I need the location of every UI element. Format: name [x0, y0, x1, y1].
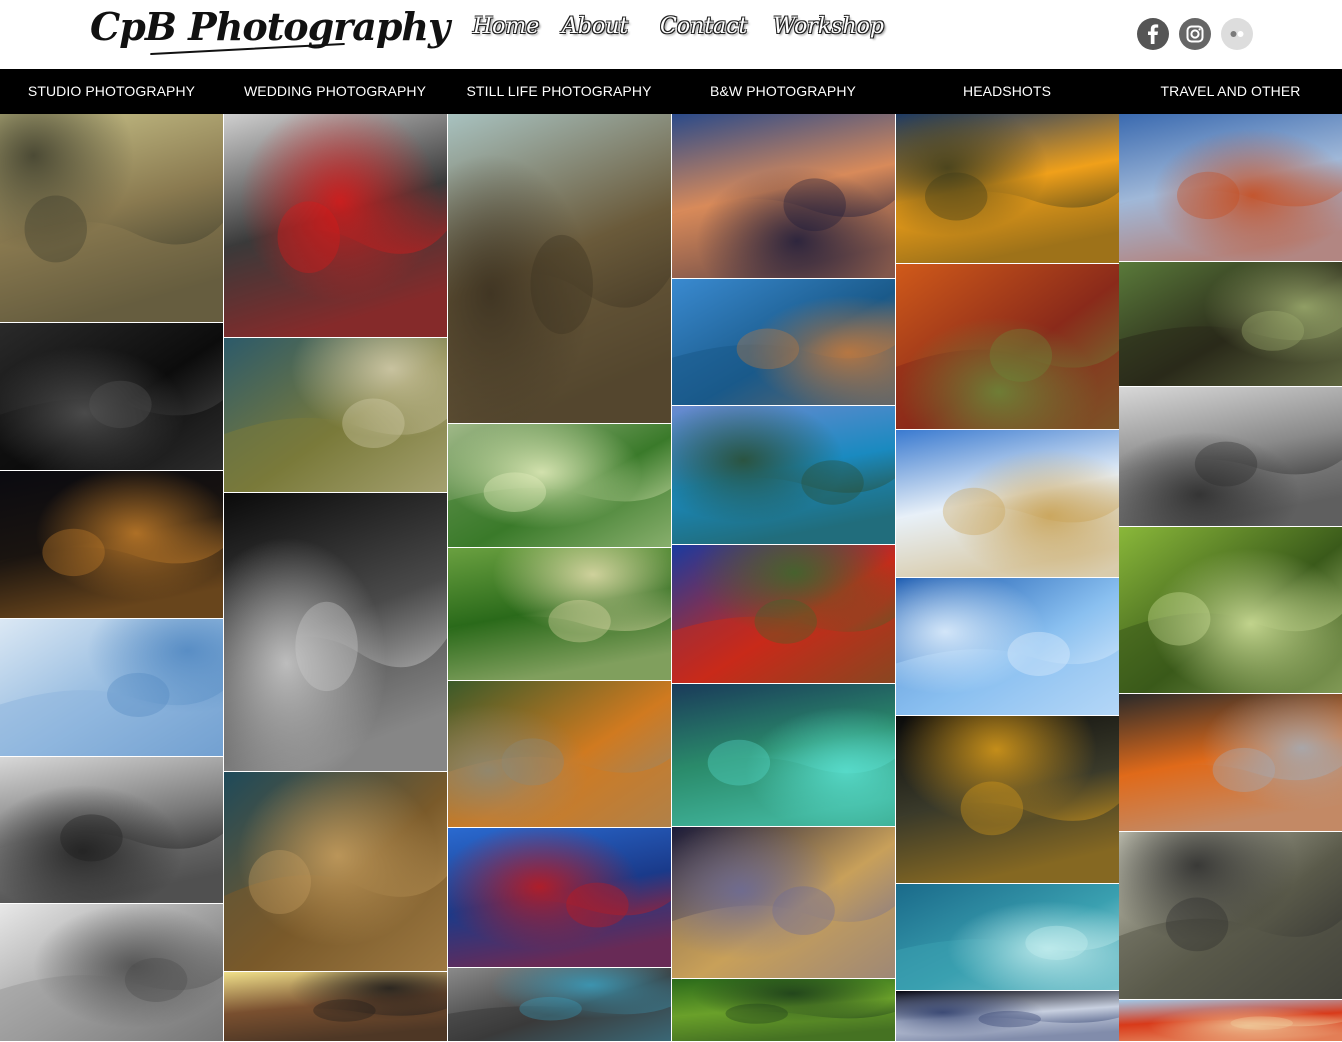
nav-contact[interactable]: Contact — [660, 14, 747, 39]
category-bw-photography[interactable]: B&W PHOTOGRAPHY — [671, 69, 895, 114]
photo-city-skyline-night[interactable] — [672, 827, 895, 978]
photo-green-forest[interactable] — [672, 979, 895, 1041]
photo-gallery — [0, 114, 1342, 1042]
gallery-column — [224, 114, 447, 1042]
photo-ducklings-in-grass[interactable] — [448, 548, 671, 680]
nav-about[interactable]: About — [562, 14, 628, 39]
photo-cat-profile-bw[interactable] — [224, 493, 447, 771]
photo-river-canyon[interactable] — [672, 684, 895, 826]
photo-glowing-crater[interactable] — [896, 716, 1119, 883]
instagram-icon[interactable] — [1179, 18, 1211, 50]
site-header: CpB Photography Home About Contact Works… — [0, 0, 1342, 69]
category-bar: STUDIO PHOTOGRAPHY WEDDING PHOTOGRAPHY S… — [0, 69, 1342, 114]
gallery-column — [0, 114, 223, 1042]
photo-autumn-stream[interactable] — [896, 264, 1119, 429]
photo-mushroom-cloud[interactable] — [0, 904, 223, 1041]
photo-snowflake[interactable] — [896, 578, 1119, 715]
photo-sunglasses[interactable] — [0, 323, 223, 470]
photo-deer-on-hill[interactable] — [448, 114, 671, 423]
photo-green-forest-path[interactable] — [1119, 527, 1342, 693]
photo-spiral-staircase-cloud[interactable] — [224, 338, 447, 492]
photo-moraine-lake[interactable] — [672, 406, 895, 544]
gallery-column — [672, 114, 895, 1042]
photo-red-umbrella-bridge[interactable] — [224, 114, 447, 337]
photo-hot-air-balloons[interactable] — [1119, 1000, 1342, 1041]
photo-frost-twig-macro[interactable] — [1119, 114, 1342, 261]
category-studio-photography[interactable]: STUDIO PHOTOGRAPHY — [0, 69, 223, 114]
photo-city-lights-bokeh[interactable] — [0, 471, 223, 618]
photo-heart-in-branches[interactable] — [448, 828, 671, 967]
nav-workshop[interactable]: Workshop — [773, 14, 884, 39]
photo-jellyfish[interactable] — [896, 884, 1119, 990]
photo-wheat-field-sky[interactable] — [896, 430, 1119, 577]
photo-vintage-bicycle-street[interactable] — [0, 114, 223, 322]
gallery-column — [448, 114, 671, 1042]
category-wedding-photography[interactable]: WEDDING PHOTOGRAPHY — [223, 69, 447, 114]
category-still-life-photography[interactable]: STILL LIFE PHOTOGRAPHY — [447, 69, 671, 114]
photo-house-at-sunset[interactable] — [224, 972, 447, 1041]
photo-turtle-bw[interactable] — [0, 757, 223, 903]
photo-girl-on-tree[interactable] — [224, 772, 447, 971]
photo-mountain-lake[interactable] — [672, 279, 895, 405]
photo-cat-blue-eyes[interactable] — [448, 968, 671, 1041]
photo-marble-on-wood[interactable] — [1119, 262, 1342, 386]
gallery-column — [1119, 114, 1342, 1042]
photo-planet-in-space[interactable] — [896, 991, 1119, 1041]
photo-autumn-tree-valley[interactable] — [672, 545, 895, 683]
facebook-icon[interactable] — [1137, 18, 1169, 50]
photo-eiffel-tower-paris[interactable] — [1119, 832, 1342, 999]
photo-burj-al-arab[interactable] — [672, 114, 895, 278]
nav-home[interactable]: Home — [473, 14, 539, 39]
site-logo[interactable]: CpB Photography — [90, 4, 450, 49]
photo-orange-flowers-beach[interactable] — [1119, 694, 1342, 831]
gallery-column — [896, 114, 1119, 1042]
category-travel-and-other[interactable]: TRAVEL AND OTHER — [1119, 69, 1342, 114]
photo-tiger-on-rock[interactable] — [448, 681, 671, 827]
photo-motorcycle-stunt[interactable] — [1119, 387, 1342, 526]
photo-water-splash-rose[interactable] — [0, 619, 223, 756]
photo-tree-sunlight-park[interactable] — [448, 424, 671, 547]
flickr-icon[interactable] — [1221, 18, 1253, 50]
category-headshots[interactable]: HEADSHOTS — [895, 69, 1119, 114]
photo-sunflowers-sunset[interactable] — [896, 114, 1119, 263]
